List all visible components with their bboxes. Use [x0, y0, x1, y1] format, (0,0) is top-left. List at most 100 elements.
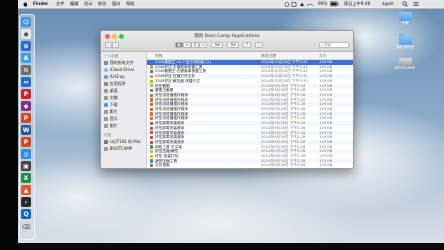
dock-safari-icon[interactable]: ⊕ [21, 41, 31, 51]
cover-flow-button[interactable]: ▭ [199, 42, 207, 48]
sidebar-item-applications[interactable]: 应用程序 [104, 81, 126, 87]
dock-system-preferences-icon[interactable]: ⚙ [21, 65, 31, 75]
file-icon [150, 117, 154, 121]
file-icon [150, 103, 154, 107]
menu-edit[interactable]: 编辑 [70, 0, 78, 8]
dock-photo-booth-icon[interactable]: ▣ [21, 161, 31, 171]
search-input[interactable]: 搜索 [319, 42, 349, 48]
sidebar-item-mac[interactable]: cnji7104 的 Mac [104, 139, 141, 145]
window-toolbar: 我的 Boot Camp Applications ‹ › ▦ ≡ ⫼ ▭ ⊞▾… [101, 31, 353, 52]
desktop-item-label: 下载 [401, 21, 409, 25]
all-files-icon [104, 61, 108, 65]
sidebar-item-movies[interactable]: 影片 [104, 109, 118, 115]
file-icon [150, 112, 154, 116]
forward-button[interactable]: › [112, 42, 119, 48]
folder-icon [398, 10, 412, 21]
sidebar-item-documents[interactable]: 文稿 [104, 95, 118, 101]
clock-datetime[interactable]: 周日上午9:48 [344, 0, 370, 8]
file-icon [150, 79, 154, 83]
dock-finder-icon[interactable]: ☺ [21, 17, 31, 27]
sidebar-item-label: 桌面 [109, 88, 118, 93]
apple-icon[interactable] [22, 1, 28, 7]
file-icon [150, 65, 154, 69]
menu-app-finder[interactable]: Finder [33, 0, 48, 8]
icon-view-button[interactable]: ▦ [175, 42, 183, 48]
sidebar-item-airdrop[interactable]: AirDrop [104, 74, 125, 80]
sidebar-item-label: 音乐 [109, 116, 118, 121]
back-button[interactable]: ‹ [105, 42, 112, 48]
tags-button[interactable]: ○ [255, 42, 263, 48]
sidebar-item-label: 图片 [109, 123, 118, 128]
dock-app-blue-icon[interactable]: ◎ [21, 149, 31, 159]
action-button[interactable]: ⚙▾ [227, 42, 239, 48]
file-icon [150, 131, 154, 135]
sidebar-item-label: BOOTCAMP [109, 146, 133, 151]
desktop-folder[interactable]: 我的文件夹 [392, 34, 418, 50]
file-icon [150, 164, 154, 168]
file-size: 129 KB [319, 163, 333, 168]
desktop-icon [104, 89, 108, 93]
menu-status-icons[interactable] [284, 0, 316, 8]
status-icons-icon [284, 1, 314, 7]
dock-app-orange-icon[interactable]: ▲ [21, 185, 31, 195]
file-icon [150, 150, 154, 154]
sidebar-item-downloads[interactable]: 下载 [104, 102, 118, 108]
column-header: 名称 修改日期 大小 [147, 52, 353, 60]
battery-percent[interactable]: 90% [318, 0, 327, 8]
file-icon [150, 145, 154, 149]
dock-app-store-icon[interactable]: A [21, 53, 31, 63]
menu-help[interactable]: 帮助 [126, 0, 134, 8]
list-view-button[interactable]: ≡ [183, 42, 191, 48]
desktop-item-label: 我的文件夹 [396, 45, 414, 49]
dock-trash-icon[interactable]: ⌫ [21, 222, 31, 232]
file-icon [150, 84, 154, 88]
menu-go[interactable]: 前往 [98, 0, 106, 8]
file-icon [150, 93, 154, 97]
dock-qq-browser-icon[interactable]: Q [21, 209, 31, 219]
dock-terminal-icon[interactable]: › [21, 197, 31, 207]
sidebar-item-all-my-files[interactable]: 我的所有文件 [104, 60, 134, 66]
dock-pdf-icon[interactable]: P [21, 89, 31, 99]
menu-window[interactable]: 窗口 [112, 0, 120, 8]
column-name[interactable]: 名称 [155, 52, 163, 59]
sidebar-item-music[interactable]: 音乐 [104, 116, 118, 122]
sidebar-item-icloud-drive[interactable]: iCloud Drive [104, 67, 134, 73]
sidebar-devices-header: 设备 [104, 133, 112, 137]
file-icon [150, 140, 154, 144]
pictures-icon [104, 124, 108, 128]
dock-teamviewer-icon[interactable]: ↔ [21, 77, 31, 87]
spotlight-icon[interactable] [402, 0, 408, 8]
documents-icon [104, 96, 108, 100]
sidebar-favorites-header: 个人收藏 [104, 54, 119, 58]
dock-qq-icon[interactable]: ◉ [21, 29, 31, 39]
table-row[interactable]: 文件搜索 2014年9月16日 下午2:28 129 KB [147, 163, 353, 168]
dock-word-icon[interactable]: W [21, 125, 31, 135]
column-size[interactable]: 大小 [319, 52, 327, 59]
sidebar-item-label: 影片 [109, 109, 118, 114]
disk-icon [104, 147, 108, 151]
desktop-bootcamp-drive[interactable]: BOOTCAMP [392, 58, 418, 70]
battery-icon[interactable] [330, 0, 339, 8]
dock-powerpoint-icon[interactable]: P [21, 113, 31, 123]
sidebar: 个人收藏 我的所有文件 iCloud Drive AirDrop 应用程序 桌面… [101, 52, 147, 168]
sidebar-item-label: 我的所有文件 [109, 60, 134, 65]
file-icon [150, 121, 154, 126]
search-icon [321, 43, 324, 46]
menu-view[interactable]: 显示 [84, 0, 92, 8]
column-view-button[interactable]: ⫼ [191, 42, 199, 48]
arrange-button[interactable]: ⊞▾ [211, 42, 223, 48]
column-date[interactable]: 修改日期 [261, 52, 276, 59]
dock-app-purple-icon[interactable]: ◆ [21, 101, 31, 111]
sidebar-item-bootcamp[interactable]: BOOTCAMP [104, 146, 132, 152]
desktop-downloads-folder[interactable]: 下载 [392, 10, 418, 26]
sidebar-item-desktop[interactable]: 桌面 [104, 88, 118, 94]
share-button[interactable]: ⇪ [243, 42, 251, 48]
dock-powerpoint-2-icon[interactable]: P [21, 137, 31, 147]
menu-user[interactable]: apple [382, 0, 394, 8]
sidebar-item-pictures[interactable]: 图片 [104, 123, 118, 129]
menu-file[interactable]: 文件 [56, 0, 64, 8]
sidebar-item-label: 下载 [109, 102, 118, 107]
notification-center-icon[interactable] [413, 0, 419, 8]
dock-excel-icon[interactable]: X [21, 173, 31, 183]
sidebar-item-label: AirDrop [109, 74, 125, 79]
